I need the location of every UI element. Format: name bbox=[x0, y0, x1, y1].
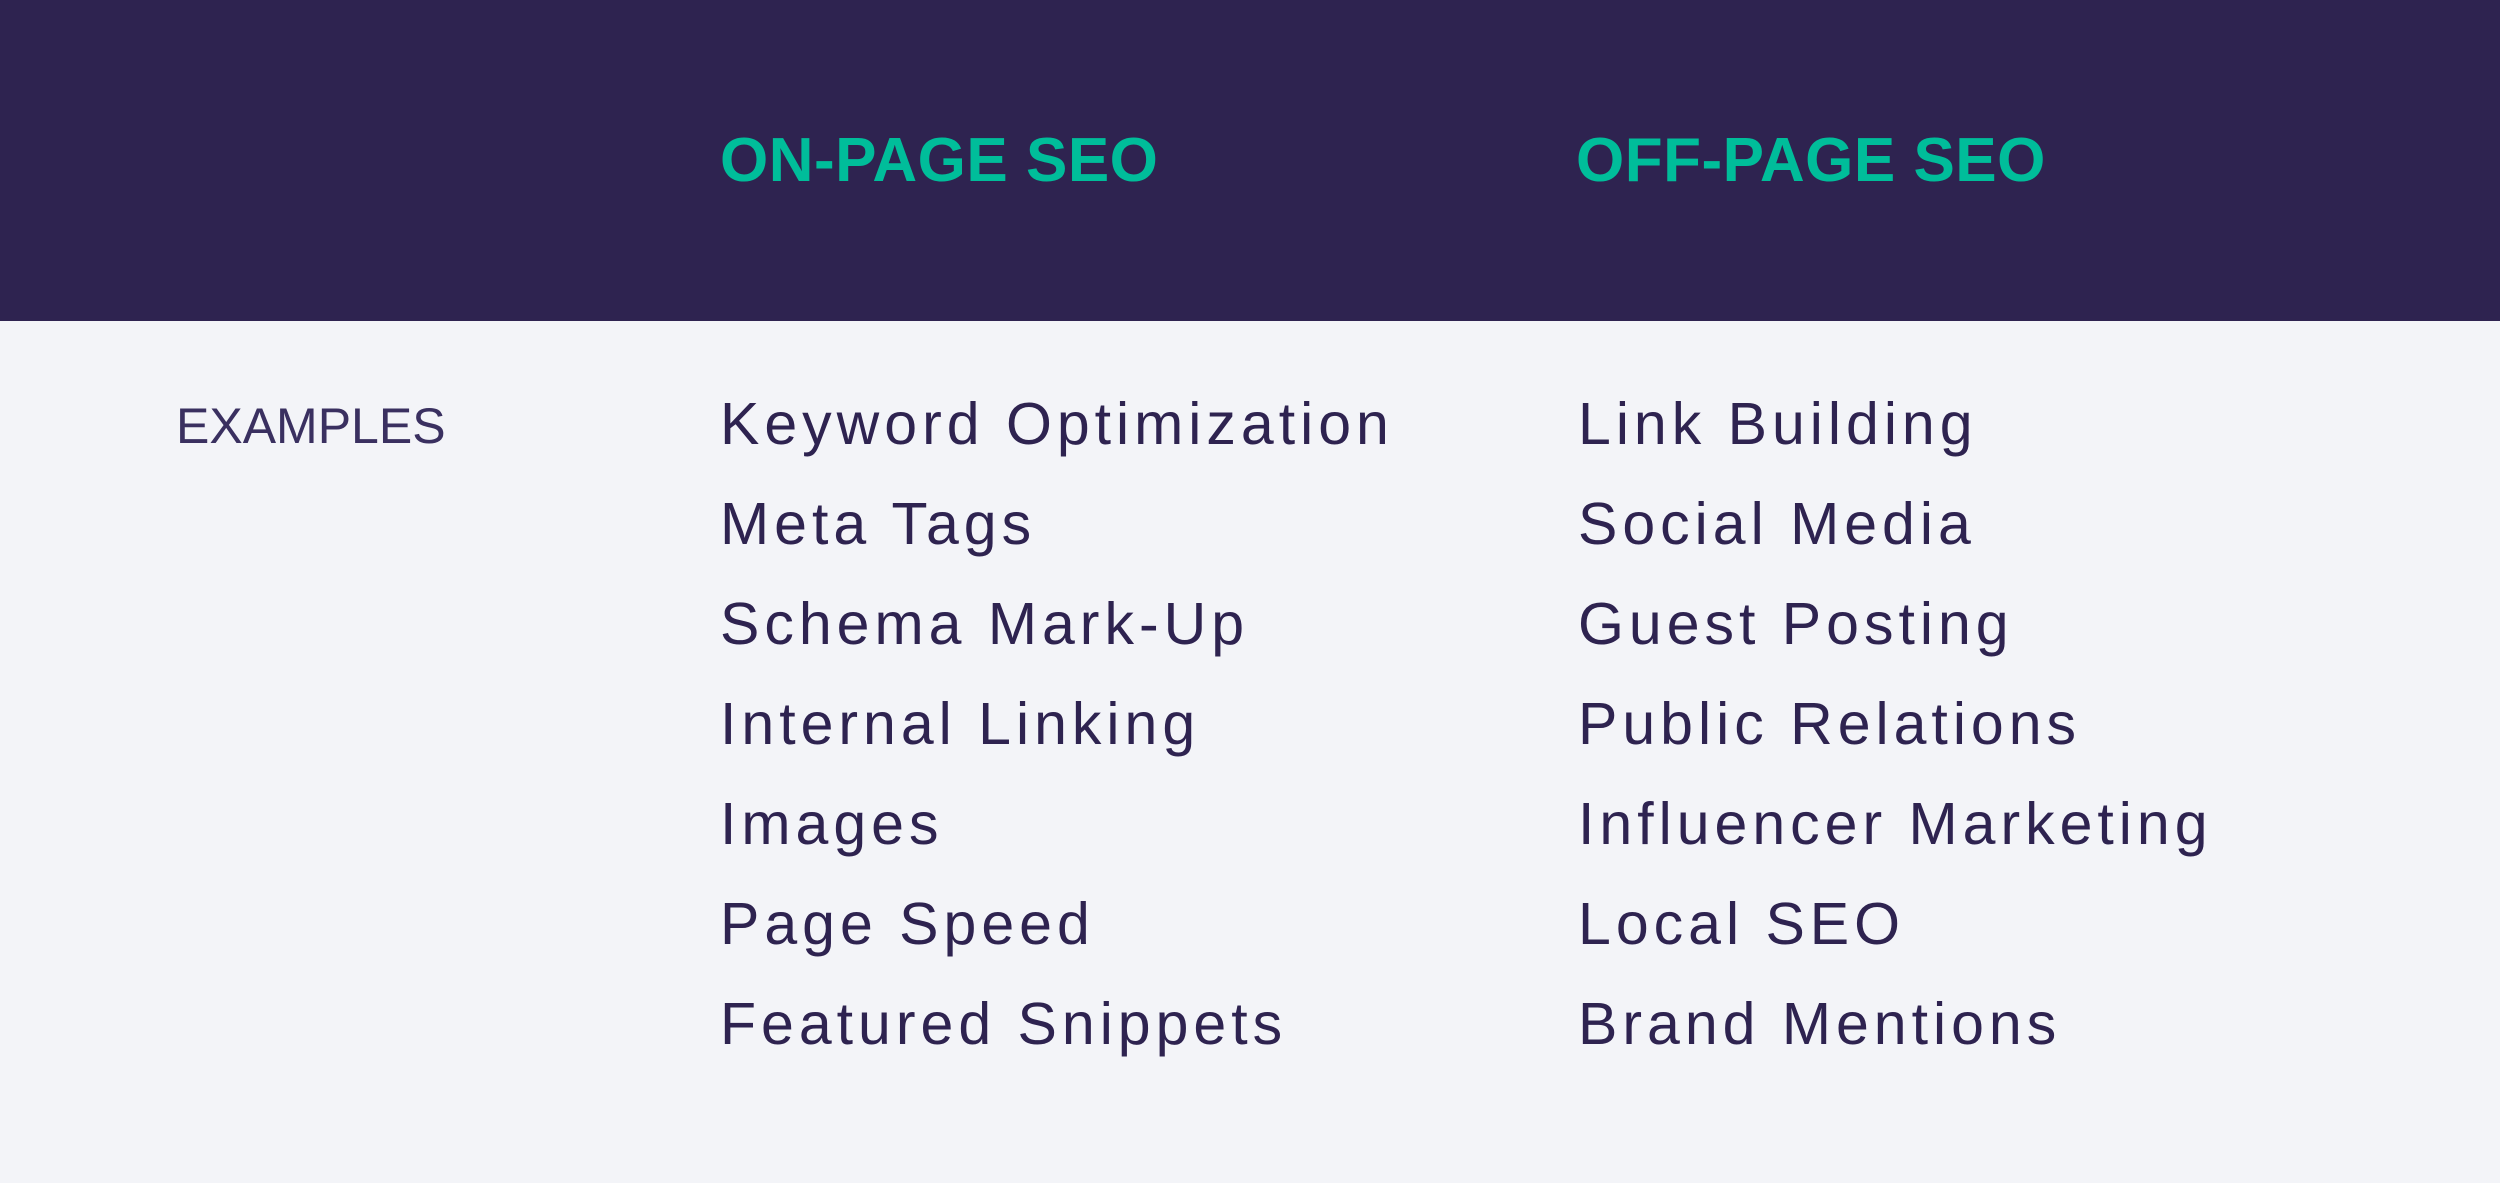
list-item: Meta Tags bbox=[720, 491, 1037, 557]
list-item: Local SEO bbox=[1578, 891, 1906, 957]
on-page-seo-examples-list: Keyword Optimization Meta Tags Schema Ma… bbox=[720, 374, 1394, 1074]
list-item: Social Media bbox=[1578, 491, 1976, 557]
off-page-seo-examples-list: Link Building Social Media Guest Posting… bbox=[1578, 374, 2213, 1074]
list-item: Guest Posting bbox=[1578, 591, 2014, 657]
column-heading-off-page-seo: OFF-PAGE SEO bbox=[1576, 126, 2046, 195]
header-band: ON-PAGE SEO OFF-PAGE SEO bbox=[0, 0, 2500, 321]
list-item: Public Relations bbox=[1578, 691, 2082, 757]
list-item: Schema Mark-Up bbox=[720, 591, 1250, 657]
list-item: Featured Snippets bbox=[720, 991, 1288, 1057]
column-heading-on-page-seo: ON-PAGE SEO bbox=[720, 126, 1159, 195]
list-item: Internal Linking bbox=[720, 691, 1201, 757]
list-item: Influencer Marketing bbox=[1578, 791, 2213, 857]
list-item: Brand Mentions bbox=[1578, 991, 2062, 1057]
list-item: Link Building bbox=[1578, 391, 1978, 457]
list-item: Keyword Optimization bbox=[720, 391, 1394, 457]
list-item: Page Speed bbox=[720, 891, 1095, 957]
list-item: Images bbox=[720, 791, 944, 857]
row-label-examples: EXAMPLES bbox=[176, 398, 446, 454]
